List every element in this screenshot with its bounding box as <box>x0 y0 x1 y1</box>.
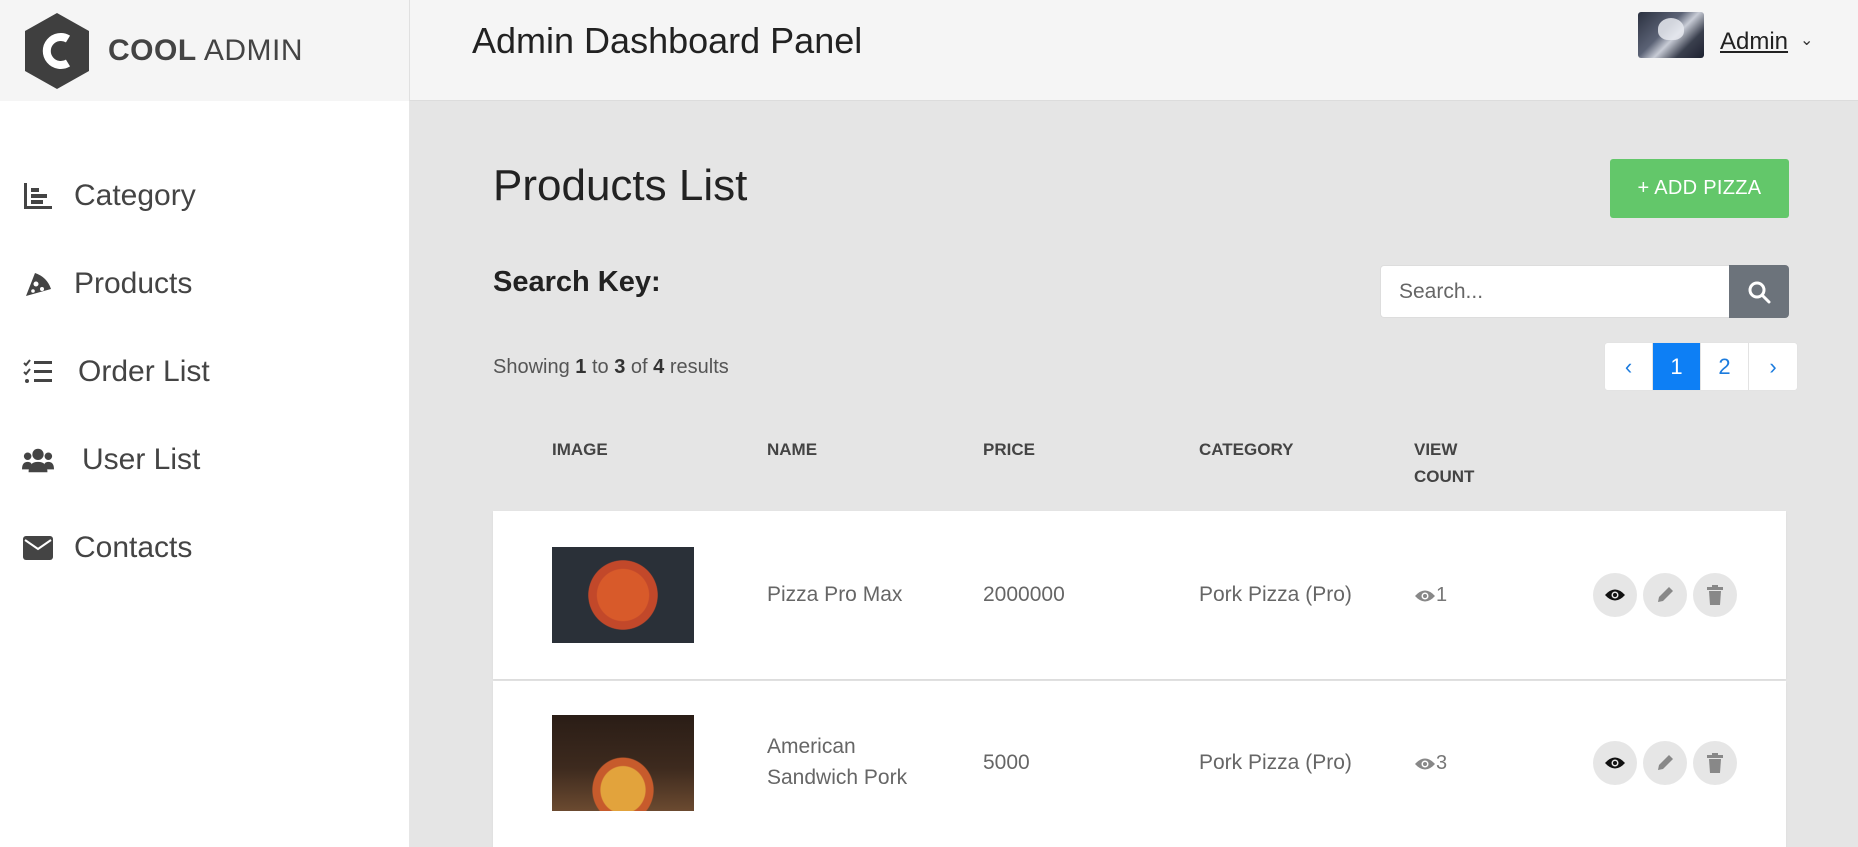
chevron-down-icon[interactable]: ⌄ <box>1800 30 1813 50</box>
top-header: Admin Dashboard Panel Admin ⌄ <box>410 0 1858 101</box>
logo[interactable]: COOL ADMIN <box>0 0 410 101</box>
product-category: Pork Pizza (Pro) <box>1199 583 1352 606</box>
sidebar-item-products[interactable]: Products <box>22 262 192 306</box>
column-header-price: PRICE <box>983 440 1035 459</box>
column-header-name: NAME <box>767 440 818 459</box>
results-of-word: of <box>630 356 648 378</box>
column-header-image: IMAGE <box>552 440 608 459</box>
pagination-page-1[interactable]: 1 <box>1653 343 1701 390</box>
table-row[interactable]: Pizza Pro Max 2000000 Pork Pizza (Pro) 1 <box>493 511 1786 679</box>
pencil-icon <box>1658 755 1673 770</box>
search-icon <box>1748 281 1771 303</box>
app-root: COOL ADMIN Admin Dashboard Panel Admin ⌄… <box>0 0 1858 847</box>
column-header-view-count: VIEW COUNT <box>1414 440 1475 486</box>
sidebar-item-user-list[interactable]: User List <box>22 438 200 482</box>
table-row[interactable]: American Sandwich Pork 5000 Pork Pizza (… <box>493 681 1786 847</box>
pagination: ‹ 1 2 › <box>1604 342 1798 391</box>
search-input[interactable] <box>1380 265 1729 318</box>
sidebar-item-category[interactable]: Category <box>22 174 196 218</box>
product-price: 5000 <box>983 751 1030 774</box>
view-count-value: 1 <box>1436 584 1448 606</box>
results-from: 1 <box>575 356 587 378</box>
logo-hexagon-icon <box>25 12 89 89</box>
pagination-next[interactable]: › <box>1749 343 1797 390</box>
logo-text-light: ADMIN <box>203 33 304 67</box>
pencil-icon <box>1658 587 1673 602</box>
view-count: 1 <box>1414 584 1447 607</box>
add-pizza-button[interactable]: + ADD PIZZA <box>1610 159 1789 218</box>
users-icon <box>22 444 54 476</box>
delete-button[interactable] <box>1693 573 1737 617</box>
view-button[interactable] <box>1593 741 1637 785</box>
product-category: Pork Pizza (Pro) <box>1199 751 1352 774</box>
envelope-icon <box>22 532 54 564</box>
eye-icon <box>1415 758 1435 769</box>
sidebar-item-label: Products <box>74 267 193 300</box>
pizza-slice-icon <box>22 268 54 300</box>
main-content: Products List + ADD PIZZA Search Key: Sh… <box>410 101 1858 847</box>
avatar[interactable] <box>1638 12 1704 58</box>
product-image <box>552 547 694 643</box>
product-image <box>552 715 694 811</box>
page-title: Products List <box>493 161 748 210</box>
user-menu-link[interactable]: Admin <box>1720 28 1788 56</box>
results-suffix: results <box>669 356 729 378</box>
sidebar-item-label: Order List <box>78 355 210 388</box>
bar-chart-icon <box>22 180 54 212</box>
search-button[interactable] <box>1729 265 1789 318</box>
sidebar-item-contacts[interactable]: Contacts <box>22 526 192 570</box>
results-prefix: Showing <box>493 356 570 378</box>
edit-button[interactable] <box>1643 573 1687 617</box>
trash-icon <box>1707 753 1723 773</box>
eye-icon <box>1605 757 1625 769</box>
checklist-icon <box>22 356 54 388</box>
results-to: 3 <box>614 356 626 378</box>
pagination-page-2[interactable]: 2 <box>1701 343 1749 390</box>
search-key-label: Search Key: <box>493 266 661 298</box>
view-count: 3 <box>1414 752 1447 775</box>
column-header-category: CATEGORY <box>1199 440 1294 459</box>
view-button[interactable] <box>1593 573 1637 617</box>
results-summary: Showing 1 to 3 of 4 results <box>493 356 729 379</box>
results-total: 4 <box>653 356 665 378</box>
logo-text-bold: COOL <box>108 33 197 67</box>
product-name: Pizza Pro Max <box>767 583 903 606</box>
product-price: 2000000 <box>983 583 1065 606</box>
sidebar-item-label: Contacts <box>74 531 193 564</box>
sidebar-item-order-list[interactable]: Order List <box>22 350 210 394</box>
header-title: Admin Dashboard Panel <box>472 20 863 61</box>
eye-icon <box>1605 589 1625 601</box>
product-name: American Sandwich Pork <box>767 735 908 789</box>
pagination-prev[interactable]: ‹ <box>1605 343 1653 390</box>
results-to-word: to <box>591 356 609 378</box>
view-count-value: 3 <box>1436 752 1448 774</box>
sidebar-item-label: User List <box>82 443 201 476</box>
trash-icon <box>1707 585 1723 605</box>
sidebar-item-label: Category <box>74 179 196 212</box>
sidebar: Category Products Order List User List C… <box>0 101 410 847</box>
edit-button[interactable] <box>1643 741 1687 785</box>
eye-icon <box>1415 590 1435 601</box>
logo-text: COOL ADMIN <box>108 34 303 68</box>
delete-button[interactable] <box>1693 741 1737 785</box>
